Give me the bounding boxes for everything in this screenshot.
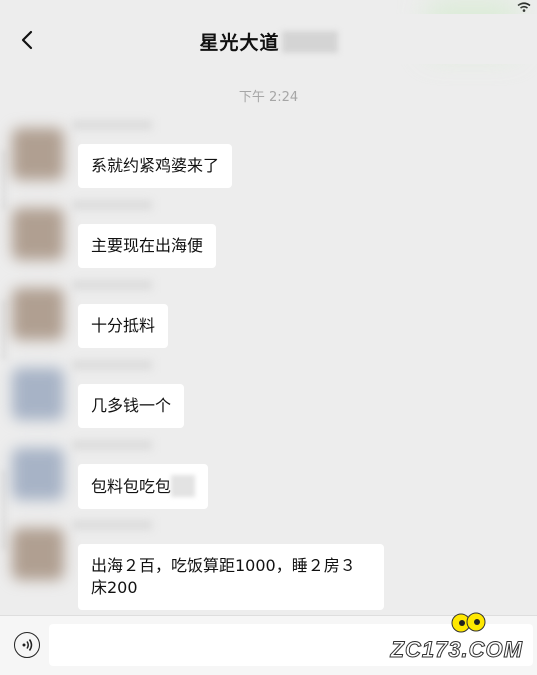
- sender-name-redaction: [72, 440, 152, 450]
- sender-name-redaction: [72, 360, 152, 370]
- input-bar: ZC173.COM: [0, 612, 537, 675]
- sender-name-redaction: [72, 120, 152, 130]
- edge-fade: [0, 300, 8, 360]
- avatar[interactable]: [12, 128, 64, 180]
- message-bubble[interactable]: 十分抵料: [78, 304, 169, 348]
- message-bubble[interactable]: 包料包吃包: [78, 464, 209, 509]
- watermark: ZC173.COM: [383, 612, 523, 665]
- voice-icon[interactable]: [14, 632, 40, 658]
- message-bubble[interactable]: 出海２百，吃饭算距1000，睡２房３床200: [78, 544, 384, 610]
- avatar[interactable]: [12, 208, 64, 260]
- message-timestamp: 下午 2:24: [238, 90, 299, 105]
- edge-fade: [0, 470, 8, 550]
- avatar[interactable]: [12, 528, 64, 580]
- title-redaction: [281, 31, 338, 53]
- message-redaction: [171, 475, 196, 497]
- wifi-icon: [517, 2, 531, 12]
- sender-name-redaction: [72, 200, 152, 210]
- chat-header: 星光大道: [0, 14, 537, 64]
- message-bubble[interactable]: 主要现在出海便: [78, 224, 217, 268]
- message-bubble[interactable]: 系就约紧鸡婆来了: [78, 144, 233, 188]
- sender-name-redaction: [72, 280, 152, 290]
- avatar[interactable]: [12, 288, 64, 340]
- edge-fade: [0, 150, 8, 210]
- avatar[interactable]: [12, 448, 64, 500]
- avatar[interactable]: [12, 368, 64, 420]
- chat-title: 星光大道: [0, 28, 537, 55]
- message-bubble[interactable]: 几多钱一个: [78, 384, 185, 428]
- chat-title-text: 星光大道: [199, 32, 280, 54]
- message-text: 包料包吃包: [91, 477, 172, 496]
- watermark-logo-icon: [451, 612, 486, 633]
- watermark-text: ZC173.COM: [390, 637, 523, 663]
- sender-name-redaction: [72, 520, 152, 530]
